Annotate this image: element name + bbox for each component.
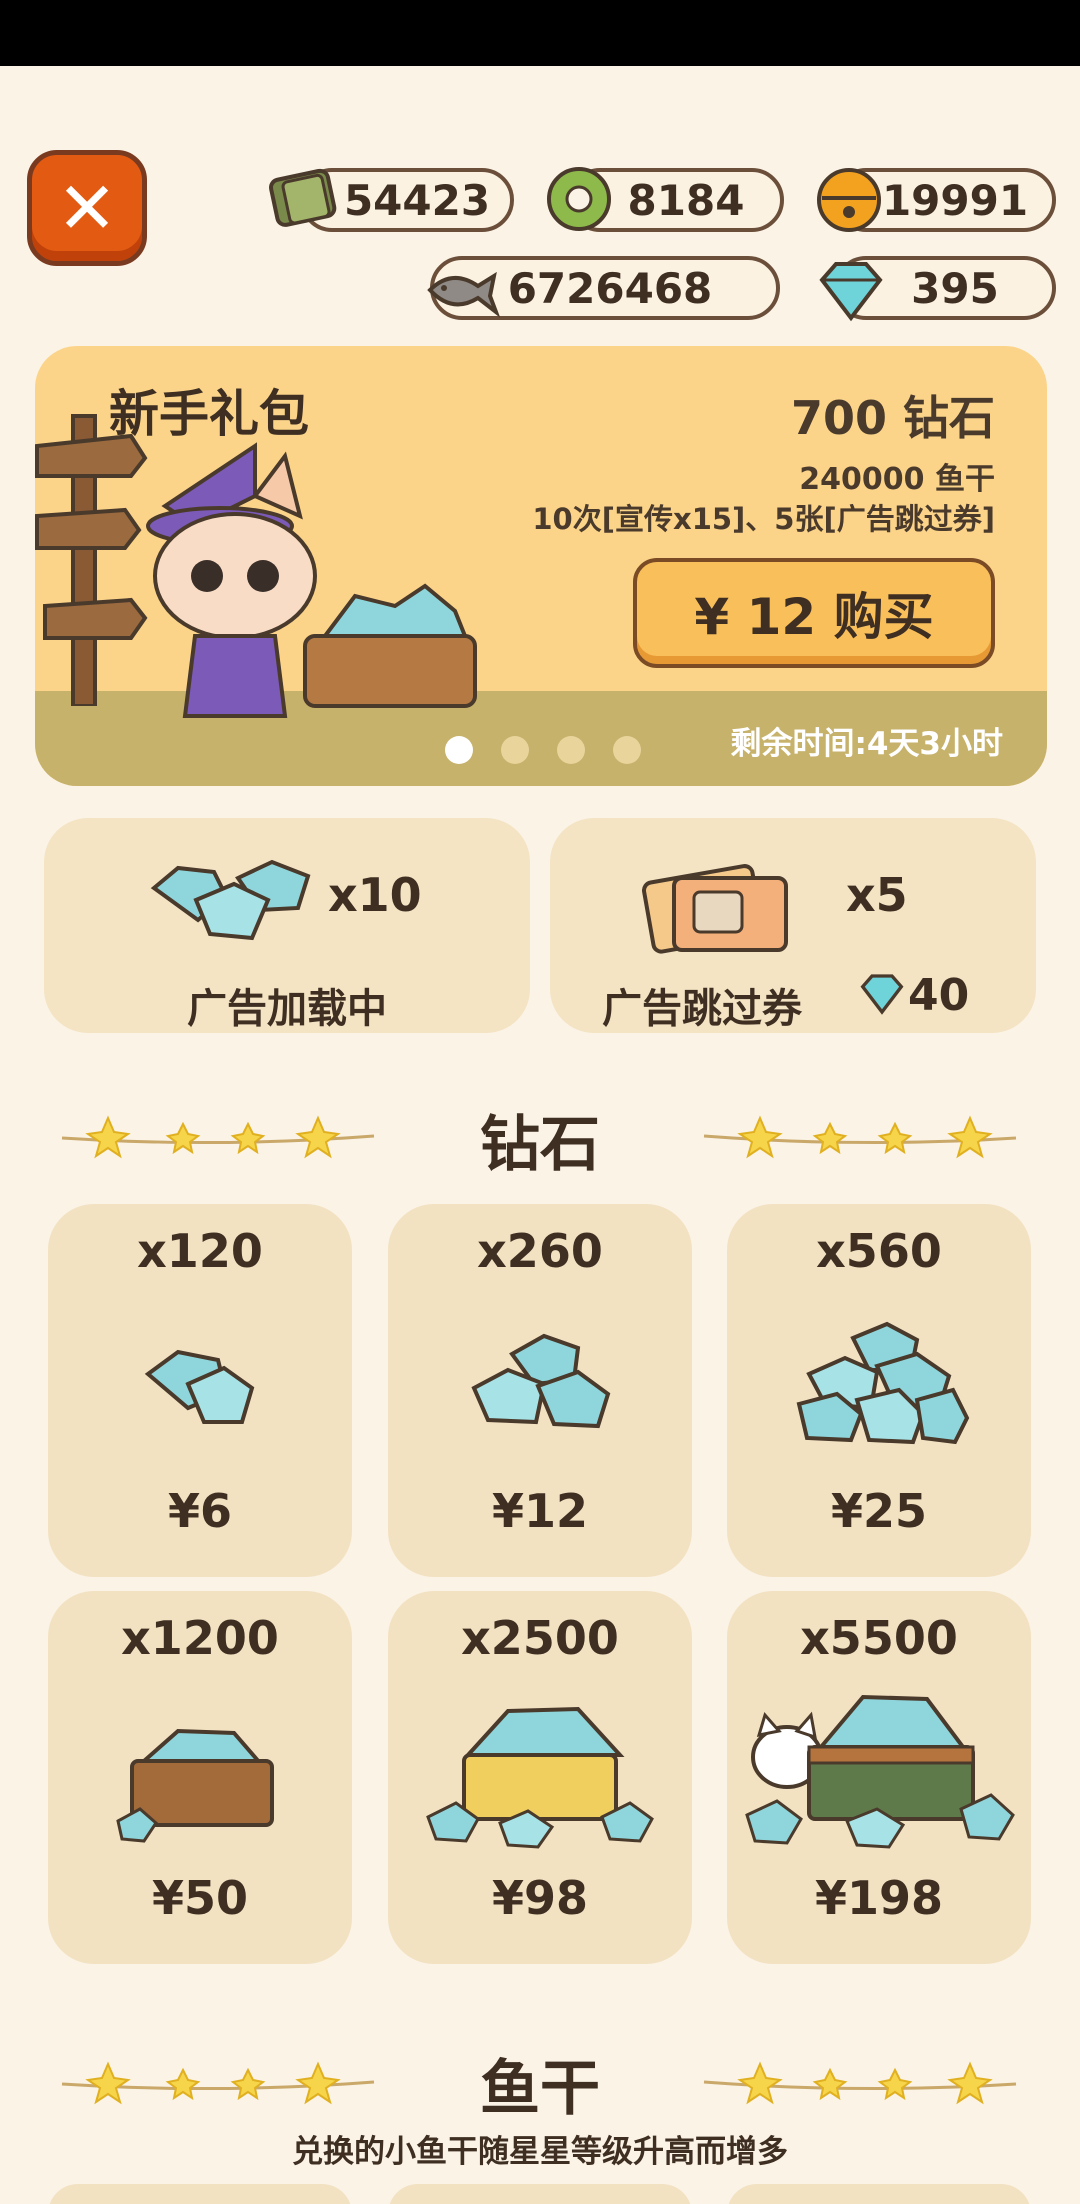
diamond-golden-basket-icon	[426, 1706, 654, 1849]
diamond-pack-card[interactable]: x560 ¥25	[727, 1204, 1031, 1577]
skip-ticket-icon	[642, 864, 788, 954]
pack-price: ¥6	[167, 1484, 232, 1538]
pack-price: ¥50	[151, 1871, 249, 1925]
diamond-pack-card[interactable]: x2500 ¥98	[388, 1591, 692, 1964]
pack-quantity: x5500	[800, 1611, 958, 1665]
banner-diamond-amount: 700 钻石	[790, 391, 995, 445]
diamond-pack-card[interactable]: x5500 ¥198	[727, 1591, 1031, 1964]
starter-pack-banner[interactable]: 新手礼包 700 钻石 240000 鱼干 10次[宣传x15]、5张[广告跳过…	[35, 346, 1047, 786]
carousel-dot[interactable]	[445, 736, 473, 764]
fish-icon	[427, 271, 500, 318]
ad-diamond-count: x10	[328, 868, 422, 922]
large-diamond-pile-icon	[796, 1321, 970, 1445]
coin-icon	[547, 167, 611, 231]
diamond-pack-card[interactable]: x260 ¥12	[388, 1204, 692, 1577]
wizard-cat-illustration	[146, 442, 477, 718]
diamond-pack-card[interactable]: x120 ¥6	[48, 1204, 352, 1577]
diamond-pack-card[interactable]: x1200 ¥50	[48, 1591, 352, 1964]
star-rope-right	[703, 1115, 1017, 1159]
pack-price: ¥198	[814, 1871, 944, 1925]
pack-quantity: x560	[816, 1224, 942, 1278]
diamond-price-icon	[860, 974, 904, 1015]
ad-skip-ticket-card[interactable]: x5 广告跳过券 40	[550, 818, 1036, 1033]
pack-quantity: x1200	[121, 1611, 279, 1665]
fish-pack-card[interactable]	[388, 2184, 692, 2204]
skip-ticket-count: x5	[846, 868, 908, 922]
carousel-dot[interactable]	[557, 736, 585, 764]
star-rope-right	[703, 2061, 1017, 2105]
pack-quantity: x2500	[461, 1611, 619, 1665]
buy-starter-pack-button[interactable]: ¥ 12 购买	[633, 558, 995, 668]
fish-pack-card[interactable]	[48, 2184, 352, 2204]
watch-ad-diamonds-card[interactable]: x10 广告加载中	[44, 818, 530, 1033]
diamond-basket-icon	[116, 1728, 274, 1843]
ad-diamond-label: 广告加载中	[187, 986, 387, 1032]
close-icon: ✕	[56, 166, 118, 250]
pack-price: ¥25	[830, 1484, 928, 1538]
skip-ticket-label: 广告跳过券	[602, 986, 802, 1032]
banner-title: 新手礼包	[109, 385, 309, 443]
banner-extra-items: 10次[宣传x15]、5张[广告跳过券]	[532, 502, 995, 536]
carousel-dot[interactable]	[613, 736, 641, 764]
bell-icon	[817, 168, 881, 232]
banner-fish-amount: 240000 鱼干	[799, 462, 995, 497]
pack-price: ¥98	[491, 1871, 589, 1925]
remaining-time: 剩余时间:4天3小时	[730, 726, 1003, 762]
fish-pack-card[interactable]	[727, 2184, 1031, 2204]
fish-section-subtitle: 兑换的小鱼干随星星等级升高而增多	[292, 2134, 788, 2170]
diamond-pile-icon	[471, 1333, 611, 1429]
lucky-cat-diamond-chest-icon	[745, 1694, 1015, 1849]
carousel-dot[interactable]	[501, 736, 529, 764]
pack-quantity: x260	[477, 1224, 603, 1278]
skip-ticket-price: 40	[908, 970, 970, 1021]
ticket-icon	[269, 168, 337, 227]
carousel-dots[interactable]	[445, 736, 641, 764]
close-button[interactable]: ✕	[27, 150, 147, 266]
small-diamond-pile-icon	[144, 1349, 255, 1424]
status-bar	[0, 0, 1080, 66]
diamond-icon	[819, 262, 883, 322]
pack-price: ¥12	[491, 1484, 589, 1538]
pack-quantity: x120	[137, 1224, 263, 1278]
diamonds-icon	[150, 859, 311, 941]
